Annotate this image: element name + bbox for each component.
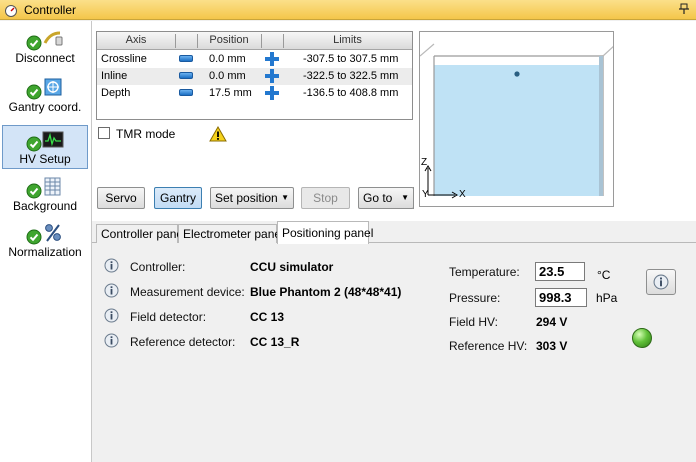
info-icon — [104, 283, 119, 298]
title-bar: Controller — [0, 0, 696, 20]
axis-table-header: Axis Position Limits — [97, 32, 412, 50]
phantom-view[interactable]: Z Y X — [419, 31, 614, 207]
axis-label-y: Y — [422, 189, 429, 200]
pressure-label: Pressure: — [449, 291, 501, 305]
axis-table: Axis Position Limits Crossline 0.0 mm -3… — [96, 31, 413, 120]
sidebar-item-hv-setup[interactable]: HV Setup — [2, 125, 88, 169]
field-hv-value: 294 V — [536, 315, 568, 329]
water-tank-diagram — [420, 43, 613, 199]
minus-icon[interactable] — [179, 72, 193, 79]
plus-icon[interactable] — [265, 52, 279, 66]
table-row: Inline 0.0 mm -322.5 to 322.5 mm — [97, 68, 412, 85]
axis-limits: -307.5 to 307.5 mm — [303, 53, 399, 65]
pressure-input[interactable]: 998.3 — [535, 288, 587, 307]
hv-oscilloscope-icon — [42, 131, 64, 148]
go-to-dropdown[interactable]: Go to ▼ — [358, 187, 414, 209]
info-icon — [653, 274, 669, 290]
set-position-label: Set position — [215, 191, 278, 205]
reference-detector-value: CC 13_R — [250, 335, 300, 349]
window-title: Controller — [24, 2, 77, 17]
temperature-label: Temperature: — [449, 265, 520, 279]
servo-button[interactable]: Servo — [97, 187, 145, 209]
axis-name: Inline — [101, 70, 128, 82]
controller-gauge-icon — [4, 3, 18, 17]
gantry-coordinates-icon — [44, 78, 62, 96]
column-header-axis: Axis — [125, 34, 147, 46]
sidebar-item-normalization[interactable]: Normalization — [2, 217, 88, 261]
background-grid-icon — [44, 177, 61, 196]
axis-position: 17.5 mm — [209, 87, 252, 99]
temperature-unit: °C — [597, 268, 611, 282]
controller-value: CCU simulator — [250, 260, 334, 274]
plus-icon[interactable] — [265, 86, 279, 100]
reference-hv-value: 303 V — [536, 339, 568, 353]
sidebar-item-label: Disconnect — [15, 51, 75, 65]
check-icon — [26, 84, 42, 100]
info-icon — [104, 333, 119, 348]
axis-limits: -136.5 to 408.8 mm — [303, 87, 399, 99]
controller-label: Controller: — [130, 260, 186, 274]
axis-position: 0.0 mm — [209, 53, 246, 65]
set-position-dropdown[interactable]: Set position ▼ — [210, 187, 294, 209]
measurement-device-label: Measurement device: — [130, 285, 245, 299]
info-icon — [104, 308, 119, 323]
table-row: Crossline 0.0 mm -307.5 to 307.5 mm — [97, 51, 412, 68]
info-icon — [104, 258, 119, 273]
measurement-device-value: Blue Phantom 2 (48*48*41) — [250, 285, 402, 299]
table-row: Depth 17.5 mm -136.5 to 408.8 mm — [97, 85, 412, 102]
tmr-mode-checkbox[interactable] — [98, 127, 110, 139]
sidebar-item-label: Background — [12, 199, 78, 213]
axis-position: 0.0 mm — [209, 70, 246, 82]
axis-label-z: Z — [421, 157, 428, 168]
dropdown-arrow-icon: ▼ — [281, 193, 289, 202]
go-to-label: Go to — [363, 191, 393, 205]
dropdown-arrow-icon: ▼ — [401, 193, 409, 202]
temperature-input[interactable]: 23.5 — [535, 262, 585, 281]
status-led — [632, 328, 652, 348]
sidebar-item-disconnect[interactable]: Disconnect — [2, 23, 88, 67]
sidebar-item-gantry-coord[interactable]: Gantry coord. — [2, 72, 88, 116]
field-hv-label: Field HV: — [449, 315, 498, 329]
minus-icon[interactable] — [179, 55, 193, 62]
plus-icon[interactable] — [265, 69, 279, 83]
tab-positioning-panel[interactable]: Positioning panel — [277, 221, 373, 244]
sidebar-item-label: Gantry coord. — [8, 100, 82, 114]
axis-limits: -322.5 to 322.5 mm — [303, 70, 399, 82]
check-icon — [26, 229, 42, 245]
reference-detector-label: Reference detector: — [130, 335, 236, 349]
sidebar-item-label: HV Setup — [19, 152, 71, 166]
field-detector-label: Field detector: — [130, 310, 207, 324]
field-detector-value: CC 13 — [250, 310, 285, 324]
percent-icon — [45, 224, 61, 242]
axis-name: Crossline — [101, 53, 147, 65]
column-header-position: Position — [209, 34, 249, 46]
tmr-mode-label: TMR mode — [116, 127, 176, 141]
stop-button[interactable]: Stop — [301, 187, 350, 209]
axis-label-x: X — [459, 189, 466, 200]
check-icon — [26, 136, 42, 152]
warning-icon — [209, 126, 227, 142]
sidebar-item-label: Normalization — [8, 245, 82, 259]
disconnect-plug-icon — [43, 31, 63, 46]
pressure-unit: hPa — [596, 291, 618, 305]
axis-name: Depth — [101, 87, 131, 99]
gantry-button[interactable]: Gantry — [154, 187, 202, 209]
sidebar-item-background[interactable]: Background — [2, 171, 88, 215]
pin-icon[interactable] — [678, 3, 690, 15]
tab-electrometer-panel[interactable]: Electrometer panel — [178, 224, 284, 243]
tab-controller-panel[interactable]: Controller panel — [96, 224, 186, 243]
info-button[interactable] — [646, 269, 676, 295]
minus-icon[interactable] — [179, 89, 193, 96]
check-icon — [26, 183, 42, 199]
column-header-limits: Limits — [333, 34, 362, 46]
check-icon — [26, 35, 42, 51]
reference-hv-label: Reference HV: — [449, 339, 528, 353]
